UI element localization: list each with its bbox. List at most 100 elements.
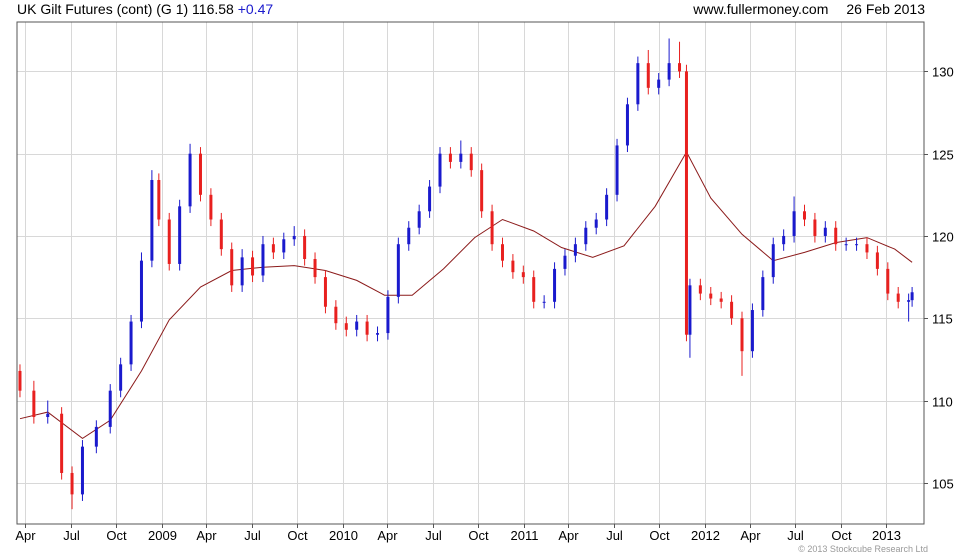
y-tick-label: 125: [932, 148, 954, 163]
candle-body: [80, 446, 84, 495]
x-tick-label: Oct: [106, 528, 127, 543]
candle-body: [157, 180, 161, 220]
candle-body: [459, 153, 463, 162]
candle-body: [344, 323, 348, 330]
candle-body: [844, 244, 848, 246]
candle-body: [417, 211, 421, 228]
candle-body: [240, 257, 244, 286]
candle-body: [219, 219, 223, 250]
y-tick-label: 120: [932, 230, 954, 245]
candle-body: [667, 63, 671, 80]
candle-body: [615, 145, 619, 195]
x-tick-label: 2010: [329, 528, 358, 543]
candle-body: [834, 227, 838, 245]
candle-body: [500, 244, 504, 261]
candle-body: [521, 272, 525, 278]
x-tick-label: Apr: [558, 528, 579, 543]
y-tick-label: 105: [932, 477, 954, 492]
candle-body: [625, 104, 629, 146]
x-tick-label: Oct: [287, 528, 308, 543]
candle-body: [178, 206, 182, 264]
x-tick-label: Oct: [649, 528, 670, 543]
candle-body: [438, 153, 442, 187]
x-tick-label: 2009: [148, 528, 177, 543]
candle-body: [865, 244, 869, 253]
price-chart: 105 110 115 120 125 130 Apr Jul Oct 2009 Apr Jul Oct…: [15, 21, 954, 543]
candle-body: [32, 390, 36, 418]
candle-body: [167, 219, 171, 264]
x-tick-label: Apr: [377, 528, 398, 543]
candle-body: [684, 71, 688, 335]
candle-body: [46, 413, 50, 418]
candle-body: [448, 153, 452, 162]
y-tick-label: 110: [932, 395, 953, 410]
candle-body: [657, 79, 661, 88]
candle-body: [60, 413, 64, 473]
candle-body: [188, 153, 192, 207]
candle-body: [594, 219, 598, 228]
candle-body: [428, 186, 432, 212]
candle-body: [584, 227, 588, 245]
candle-body: [910, 292, 914, 301]
candle-body: [334, 306, 338, 324]
candle-body: [480, 170, 484, 212]
candle-body: [261, 244, 265, 276]
candle-body: [108, 390, 112, 427]
candle-body: [469, 153, 473, 171]
candle-body: [365, 321, 369, 335]
candle-body: [875, 252, 879, 269]
candle-body: [761, 277, 765, 311]
candle-body: [511, 260, 515, 273]
candle-body: [771, 244, 775, 278]
candle-body: [490, 211, 494, 245]
x-tick-label: Jul: [425, 528, 442, 543]
x-tick-label: Jul: [63, 528, 80, 543]
candle-body: [198, 153, 202, 195]
candle-body: [688, 285, 692, 335]
x-tick-label: Oct: [831, 528, 852, 543]
candle-body: [563, 255, 567, 269]
candle-body: [907, 300, 911, 302]
candle-body: [646, 63, 650, 88]
candle-body: [542, 301, 546, 303]
candle-body: [750, 310, 754, 352]
candle-body: [139, 260, 143, 322]
x-tick-label: 2012: [691, 528, 720, 543]
candle-body: [802, 211, 806, 220]
candle-body: [792, 211, 796, 236]
candle-body: [292, 235, 296, 240]
x-tick-label: Apr: [15, 528, 36, 543]
x-tick-label: Apr: [196, 528, 217, 543]
y-tick-label: 130: [932, 65, 954, 80]
x-tick-label: Jul: [787, 528, 804, 543]
candle-body: [896, 293, 900, 302]
candle-body: [396, 244, 400, 297]
candle-body: [709, 293, 713, 299]
candle-body: [313, 259, 317, 278]
candle-body: [573, 244, 577, 256]
candle-body: [18, 370, 22, 391]
x-tick-label: 2011: [511, 528, 539, 543]
candle-body: [813, 219, 817, 236]
candle-body: [605, 194, 609, 220]
candle-body: [150, 180, 154, 261]
candle-body: [94, 426, 98, 447]
candle-body: [719, 298, 723, 302]
candle-body: [698, 285, 702, 294]
candle-body: [251, 257, 255, 276]
candle-body: [532, 277, 536, 302]
x-tick-label: Jul: [606, 528, 623, 543]
candle-body: [323, 277, 327, 307]
copyright: © 2013 Stockcube Research Ltd: [798, 544, 928, 554]
x-tick-label: Oct: [468, 528, 489, 543]
candle-body: [230, 249, 234, 286]
candle-body: [119, 364, 123, 391]
x-tick-label: Jul: [244, 528, 261, 543]
candle-body: [376, 333, 380, 335]
candle-body: [730, 301, 734, 319]
candle-body: [129, 321, 133, 365]
candle-body: [678, 63, 682, 72]
candle-body: [886, 268, 890, 294]
candle-body: [782, 235, 786, 245]
candle-body: [386, 296, 390, 334]
